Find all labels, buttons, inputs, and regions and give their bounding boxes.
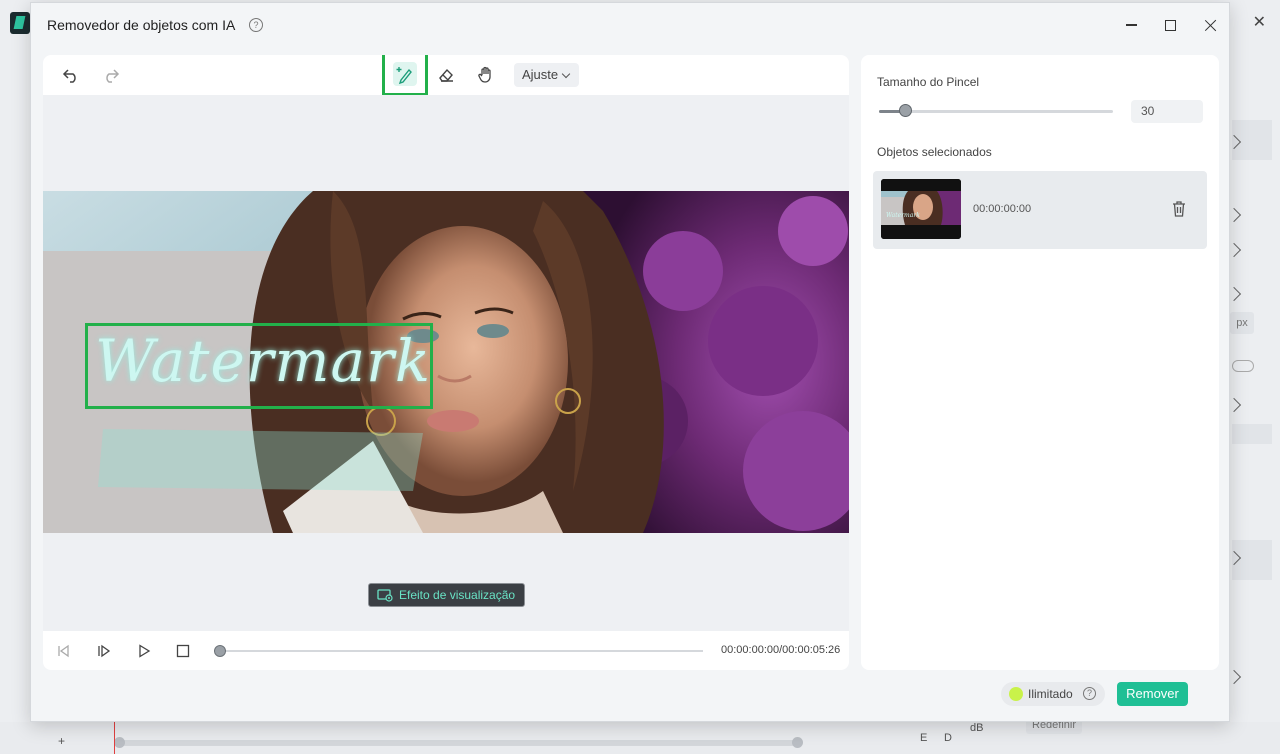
- app-logo-icon: [10, 12, 30, 34]
- preview-canvas[interactable]: Watermark Efeito de visualização: [43, 95, 849, 631]
- playback-bar: 00:00:00:00/00:00:05:26: [43, 631, 849, 670]
- editor-panel: Ajuste Watermark Efeito de visualização …: [43, 55, 849, 670]
- next-frame-icon[interactable]: [94, 641, 114, 661]
- unlimited-credits-pill[interactable]: Ilimitado ?: [1001, 682, 1105, 706]
- play-icon[interactable]: [134, 641, 154, 661]
- active-tool-outline: [382, 55, 428, 96]
- brush-size-slider-knob[interactable]: [899, 104, 912, 117]
- app-close-icon[interactable]: ✕: [1253, 12, 1266, 32]
- bg-timeline-knob[interactable]: [792, 737, 803, 748]
- bg-db-label: dB: [970, 722, 984, 734]
- minimize-icon[interactable]: [1119, 13, 1143, 37]
- bg-unit-badge: px: [1230, 312, 1254, 334]
- redo-icon[interactable]: [98, 63, 124, 87]
- brush-size-label: Tamanho do Pincel: [877, 75, 980, 89]
- dialog-title: Removedor de objetos com IA: [47, 17, 236, 33]
- help-icon[interactable]: ?: [249, 18, 263, 32]
- selected-object-item[interactable]: Watermark 00:00:00:00: [873, 171, 1207, 249]
- fit-dropdown-label: Ajuste: [522, 67, 559, 82]
- selected-objects-label: Objetos selecionados: [877, 145, 992, 159]
- help-icon[interactable]: ?: [1083, 687, 1096, 700]
- preview-effect-button[interactable]: Efeito de visualização: [368, 583, 526, 607]
- remove-button[interactable]: Remover: [1117, 682, 1188, 706]
- bg-timeline-track[interactable]: [118, 740, 800, 746]
- object-remover-dialog: Removedor de objetos com IA ? Ajuste Wat…: [30, 2, 1230, 722]
- editor-toolbar: Ajuste: [43, 55, 849, 96]
- dialog-titlebar: Removedor de objetos com IA ?: [31, 3, 1229, 47]
- bg-left-channel-label: E: [920, 732, 928, 744]
- bg-timeline-area: [0, 722, 1280, 754]
- brush-size-slider[interactable]: [879, 110, 1113, 113]
- bg-timeline-knob[interactable]: [114, 737, 125, 748]
- bg-toggle[interactable]: [1232, 360, 1254, 372]
- preview-icon: [377, 588, 393, 602]
- unlimited-label: Ilimitado: [1028, 687, 1073, 701]
- watermark-text: Watermark: [95, 327, 431, 395]
- bg-add-icon[interactable]: +: [58, 734, 65, 748]
- bg-playhead: [114, 722, 115, 754]
- undo-icon[interactable]: [58, 63, 84, 87]
- bg-field: [1232, 424, 1272, 444]
- eraser-icon[interactable]: [433, 63, 459, 87]
- maximize-icon[interactable]: [1158, 13, 1182, 37]
- sparkle-icon: [1009, 687, 1023, 701]
- object-timecode: 00:00:00:00: [973, 203, 1032, 215]
- progress-track[interactable]: [219, 650, 703, 652]
- stop-icon[interactable]: [173, 641, 193, 661]
- brush-size-input[interactable]: 30: [1131, 100, 1203, 123]
- thumbnail-watermark-text: Watermark: [886, 212, 920, 219]
- progress-knob[interactable]: [214, 645, 226, 657]
- previous-frame-icon[interactable]: [53, 641, 73, 661]
- hand-pan-icon[interactable]: [473, 63, 499, 87]
- bg-right-channel-label: D: [944, 732, 952, 744]
- close-icon[interactable]: [1198, 13, 1222, 37]
- object-thumbnail: Watermark: [881, 179, 961, 239]
- trash-icon[interactable]: [1171, 200, 1187, 218]
- settings-panel: Tamanho do Pincel 30 Objetos selecionado…: [861, 55, 1219, 670]
- chevron-down-icon: [561, 69, 571, 79]
- fit-dropdown[interactable]: Ajuste: [514, 63, 579, 87]
- preview-effect-label: Efeito de visualização: [399, 588, 516, 602]
- timecode: 00:00:00:00/00:00:05:26: [721, 644, 841, 656]
